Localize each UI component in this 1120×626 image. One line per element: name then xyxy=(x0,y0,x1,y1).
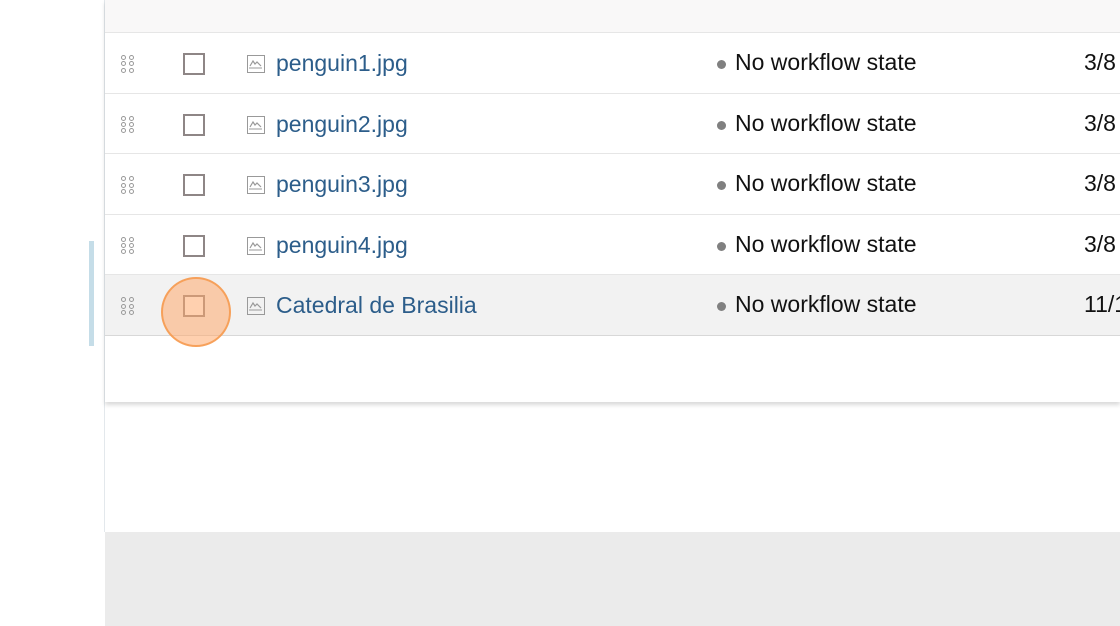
workflow-status: No workflow state xyxy=(735,109,917,136)
table-row[interactable]: penguin4.jpg No workflow state 3/8 xyxy=(105,215,1120,276)
row-checkbox[interactable] xyxy=(183,234,205,257)
row-checkbox[interactable] xyxy=(183,174,205,197)
file-table: penguin1.jpg No workflow state 3/8 pengu… xyxy=(105,0,1120,402)
file-name-link[interactable]: penguin2.jpg xyxy=(276,111,408,138)
drag-handle-icon[interactable] xyxy=(121,236,135,255)
drag-handle-icon[interactable] xyxy=(121,176,135,194)
table-row[interactable]: penguin3.jpg No workflow state 3/8 xyxy=(105,154,1120,215)
row-checkbox[interactable] xyxy=(183,113,205,136)
workflow-status: No workflow state xyxy=(735,230,917,257)
drag-handle-icon[interactable] xyxy=(121,115,135,134)
click-indicator xyxy=(161,277,231,347)
row-checkbox[interactable] xyxy=(183,53,205,75)
workflow-status: No workflow state xyxy=(735,170,917,197)
image-icon xyxy=(247,55,265,73)
status-dot-icon xyxy=(717,120,726,130)
table-header xyxy=(105,0,1120,33)
workflow-status: No workflow state xyxy=(735,291,917,318)
image-icon xyxy=(247,115,265,134)
file-name-link[interactable]: penguin4.jpg xyxy=(276,232,408,259)
workflow-status: No workflow state xyxy=(735,49,917,75)
table-row[interactable]: penguin2.jpg No workflow state 3/8 xyxy=(105,94,1120,155)
date-cell: 3/8 xyxy=(1084,230,1116,257)
date-cell: 3/8 xyxy=(1084,109,1116,136)
date-cell: 11/1 xyxy=(1084,291,1120,318)
image-icon xyxy=(247,297,265,316)
image-icon xyxy=(247,236,265,255)
status-dot-icon xyxy=(717,302,726,312)
status-dot-icon xyxy=(717,60,726,69)
status-dot-icon xyxy=(717,181,726,191)
drag-handle-icon[interactable] xyxy=(121,297,135,316)
drag-handle-icon[interactable] xyxy=(121,55,135,73)
selection-accent-bar xyxy=(89,241,94,346)
date-cell: 3/8 xyxy=(1084,49,1116,75)
footer-area xyxy=(105,532,1120,626)
file-name-link[interactable]: penguin1.jpg xyxy=(276,50,408,77)
status-dot-icon xyxy=(717,241,726,251)
date-cell: 3/8 xyxy=(1084,170,1116,197)
file-name-link[interactable]: Catedral de Brasilia xyxy=(276,292,477,319)
file-name-link[interactable]: penguin3.jpg xyxy=(276,171,408,198)
table-row[interactable]: Catedral de Brasilia No workflow state 1… xyxy=(105,275,1120,336)
table-row[interactable]: penguin1.jpg No workflow state 3/8 xyxy=(105,33,1120,94)
image-icon xyxy=(247,176,265,195)
